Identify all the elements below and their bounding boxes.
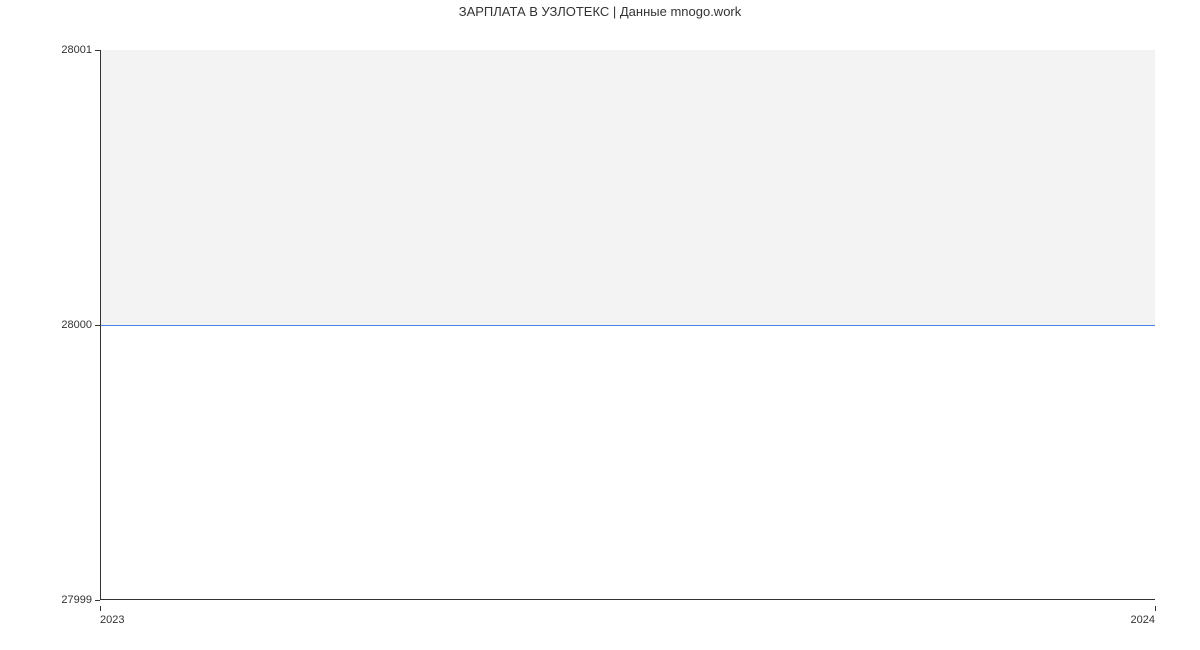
y-tick-label: 27999 <box>61 594 92 606</box>
x-axis-line <box>100 599 1155 600</box>
data-line <box>100 325 1155 326</box>
x-tick-mark <box>1155 606 1156 611</box>
y-tick-mark <box>95 50 100 51</box>
chart-title: ЗАРПЛАТА В УЗЛОТЕКС | Данные mnogo.work <box>0 4 1200 19</box>
x-tick-mark <box>100 606 101 611</box>
plot-area <box>100 50 1155 600</box>
grid-band-upper <box>100 50 1155 325</box>
y-tick-label: 28000 <box>61 319 92 331</box>
y-tick-mark <box>95 325 100 326</box>
y-tick-mark <box>95 600 100 601</box>
chart-container: ЗАРПЛАТА В УЗЛОТЕКС | Данные mnogo.work … <box>0 0 1200 650</box>
y-tick-label: 28001 <box>61 44 92 56</box>
x-tick-label: 2023 <box>100 614 124 626</box>
y-axis-line <box>100 50 101 600</box>
x-tick-label: 2024 <box>1131 614 1155 626</box>
